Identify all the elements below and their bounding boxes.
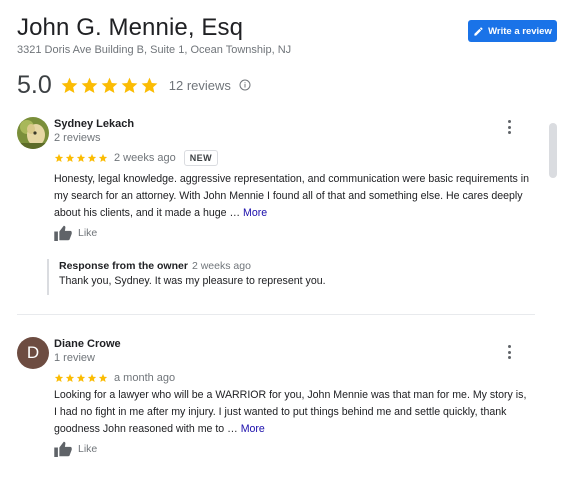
owner-response-text: Thank you, Sydney. It was my pleasure to…: [59, 275, 326, 287]
review-meta: 2 weeks ago NEW: [54, 150, 218, 166]
star-icon: [87, 153, 97, 162]
more-options-icon[interactable]: [505, 345, 513, 359]
star-icon: [121, 77, 138, 93]
review-count[interactable]: 12 reviews: [169, 78, 231, 93]
average-score: 5.0: [17, 70, 52, 99]
thumbs-up-icon: [54, 225, 72, 241]
star-icon: [54, 373, 64, 382]
star-icon: [87, 373, 97, 382]
rating-summary: 5.0 12 reviews: [17, 70, 251, 100]
star-icon: [81, 77, 98, 93]
average-stars: [60, 76, 159, 95]
review-text: Looking for a lawyer who will be a WARRI…: [54, 389, 527, 435]
review-text: Honesty, legal knowledge. aggressive rep…: [54, 173, 530, 219]
review-time: a month ago: [114, 372, 176, 384]
owner-response-label: Response from the owner: [59, 260, 188, 272]
review-text-block: Honesty, legal knowledge. aggressive rep…: [54, 171, 529, 222]
owner-response-time: 2 weeks ago: [191, 260, 251, 272]
star-icon: [61, 77, 78, 93]
divider: [17, 314, 535, 315]
reviewer-name[interactable]: Diane Crowe: [54, 338, 121, 350]
avatar[interactable]: D: [17, 337, 49, 369]
reviewer-review-count: 1 review: [54, 352, 95, 364]
business-address: 3321 Doris Ave Building B, Suite 1, Ocea…: [17, 44, 292, 56]
business-name: John G. Mennie, Esq: [17, 14, 244, 41]
avatar[interactable]: [17, 117, 49, 149]
review-text-block: Looking for a lawyer who will be a WARRI…: [54, 387, 529, 438]
reviewer-review-count: 2 reviews: [54, 132, 101, 144]
like-label: Like: [78, 227, 98, 239]
star-icon: [141, 77, 158, 93]
owner-response-header: Response from the owner 2 weeks ago: [59, 260, 251, 272]
star-icon: [65, 373, 75, 382]
more-link[interactable]: More: [241, 423, 265, 435]
like-label: Like: [78, 443, 98, 455]
more-link[interactable]: More: [243, 207, 267, 219]
star-icon: [54, 153, 64, 162]
owner-response: Response from the owner 2 weeks ago Thank…: [47, 259, 527, 295]
more-options-icon[interactable]: [505, 120, 513, 134]
like-button[interactable]: Like: [54, 441, 97, 457]
review-time: 2 weeks ago: [114, 152, 176, 164]
star-icon: [76, 373, 86, 382]
pencil-icon: [474, 26, 483, 36]
reviewer-name[interactable]: Sydney Lekach: [54, 118, 134, 130]
star-icon: [98, 153, 108, 162]
info-icon[interactable]: [239, 79, 251, 91]
write-review-button[interactable]: Write a review: [468, 20, 557, 42]
new-badge: NEW: [183, 150, 218, 166]
star-icon: [76, 153, 86, 162]
thumbs-up-icon: [54, 441, 72, 457]
write-review-label: Write a review: [488, 25, 552, 37]
star-icon: [65, 153, 75, 162]
review-stars: [54, 373, 108, 383]
star-icon: [98, 373, 108, 382]
scrollbar-thumb[interactable]: [549, 123, 557, 178]
review-meta: a month ago: [54, 370, 183, 386]
star-icon: [101, 77, 118, 93]
review-stars: [54, 153, 108, 163]
like-button[interactable]: Like: [54, 225, 97, 241]
avatar-letter: D: [26, 343, 40, 362]
